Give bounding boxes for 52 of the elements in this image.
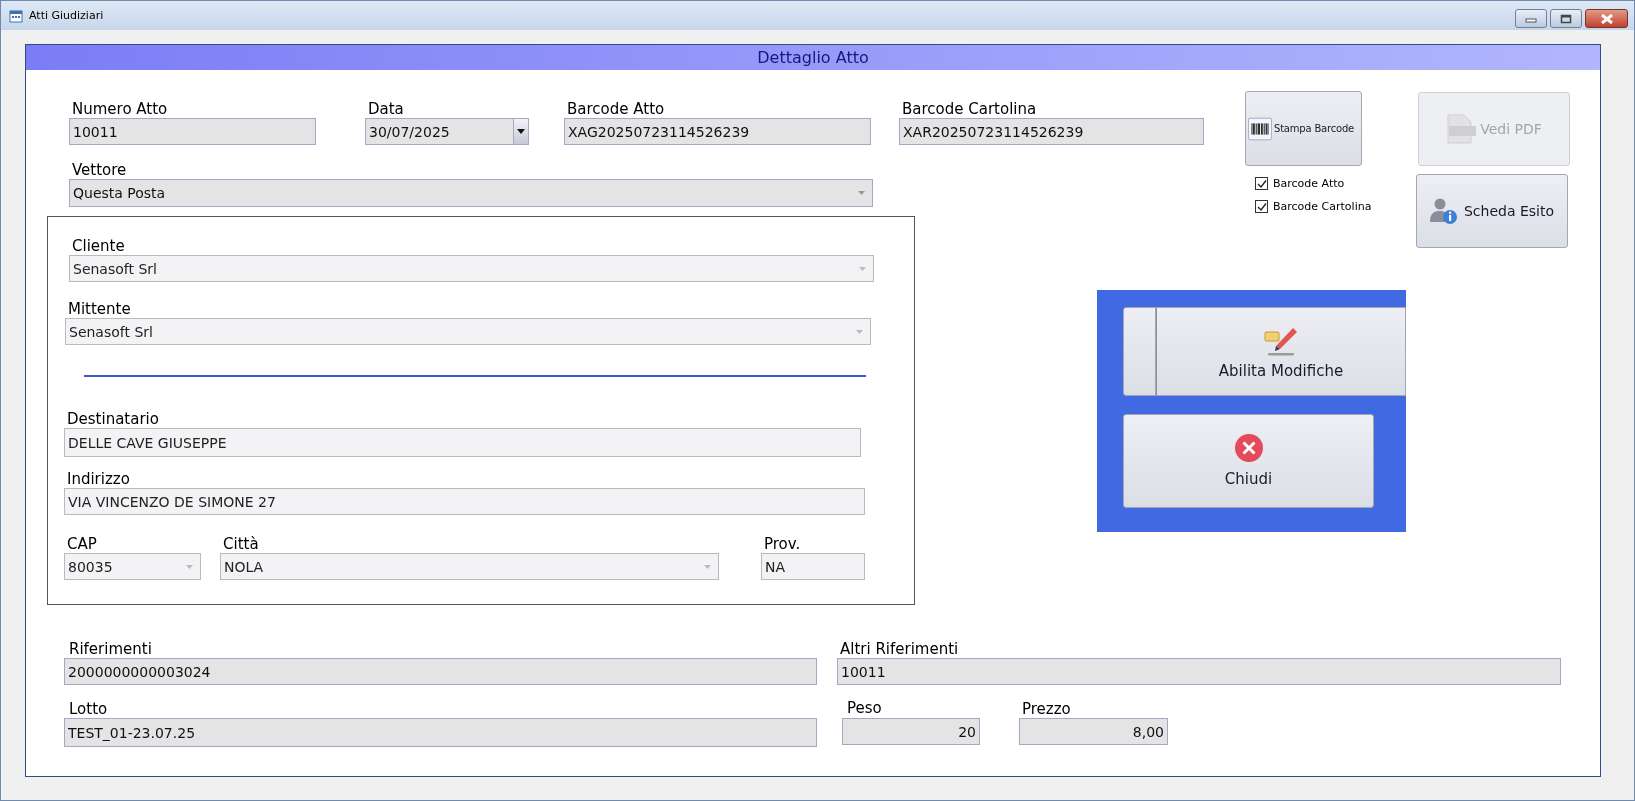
pdf-file-icon xyxy=(1446,114,1477,144)
checkbox[interactable]: Barcode Atto xyxy=(1255,177,1345,190)
text-field[interactable]: 10011 xyxy=(69,118,316,145)
field-label: CAP xyxy=(66,536,97,553)
dropdown[interactable]: Questa Posta xyxy=(69,179,873,207)
check-icon xyxy=(1256,201,1267,212)
print-barcode-button[interactable]: Stampa Barcode xyxy=(1245,91,1362,166)
field-label: Lotto xyxy=(68,701,108,718)
barcode-icon xyxy=(1248,116,1272,141)
text-field[interactable]: XAG20250723114526239 xyxy=(564,118,871,145)
field-label: Numero Atto xyxy=(71,101,168,118)
caret-icon xyxy=(186,564,193,569)
close-button[interactable]: Chiudi xyxy=(1123,414,1374,508)
date-picker[interactable]: 30/07/2025 xyxy=(365,118,529,145)
maximize-icon xyxy=(1560,13,1572,24)
close-icon xyxy=(1599,13,1614,24)
field-label: Indirizzo xyxy=(66,471,130,488)
field-label: Prezzo xyxy=(1021,701,1071,718)
caret-icon xyxy=(517,129,525,134)
caret-icon xyxy=(858,191,865,195)
check-icon xyxy=(1256,178,1267,189)
outcome-sheet-button[interactable]: Scheda Esito xyxy=(1416,174,1568,248)
field-label: Cliente xyxy=(71,238,125,255)
field-label: Barcode Atto xyxy=(566,101,665,118)
caret-icon xyxy=(856,329,863,334)
text-field[interactable]: TEST_01-23.07.25 xyxy=(64,718,817,747)
close-icon xyxy=(1234,434,1263,462)
close-button[interactable] xyxy=(1585,9,1628,28)
number-field[interactable]: 8,00 xyxy=(1019,718,1168,745)
field-label: Barcode Cartolina xyxy=(901,101,1037,118)
field-label: Peso xyxy=(846,700,882,717)
caret-icon xyxy=(859,266,866,271)
minimize-button[interactable] xyxy=(1515,9,1547,28)
field-label: Città xyxy=(222,536,259,553)
field-label: Riferimenti xyxy=(68,641,152,658)
field-label: Data xyxy=(367,101,404,118)
field-label: Altri Riferimenti xyxy=(839,641,959,658)
field-label: Destinatario xyxy=(66,411,159,428)
caret-icon xyxy=(704,564,711,569)
window-title: Atti Giudiziari xyxy=(29,9,104,22)
field-label: Prov. xyxy=(763,536,801,553)
text-field[interactable]: 2000000000003024 xyxy=(64,658,817,685)
field-label: Mittente xyxy=(67,301,131,318)
text-field[interactable]: 10011 xyxy=(837,658,1561,685)
panel-header: Dettaglio Atto xyxy=(26,45,1600,70)
field-label: Vettore xyxy=(71,162,127,179)
checkbox[interactable]: Barcode Cartolina xyxy=(1255,200,1372,213)
user-info-icon xyxy=(1429,197,1458,225)
text-field[interactable]: XAR20250723114526239 xyxy=(899,118,1204,145)
enable-edit-button[interactable]: Abilita Modifiche xyxy=(1156,307,1406,396)
maximize-button[interactable] xyxy=(1550,9,1582,28)
number-field[interactable]: 20 xyxy=(842,718,980,745)
